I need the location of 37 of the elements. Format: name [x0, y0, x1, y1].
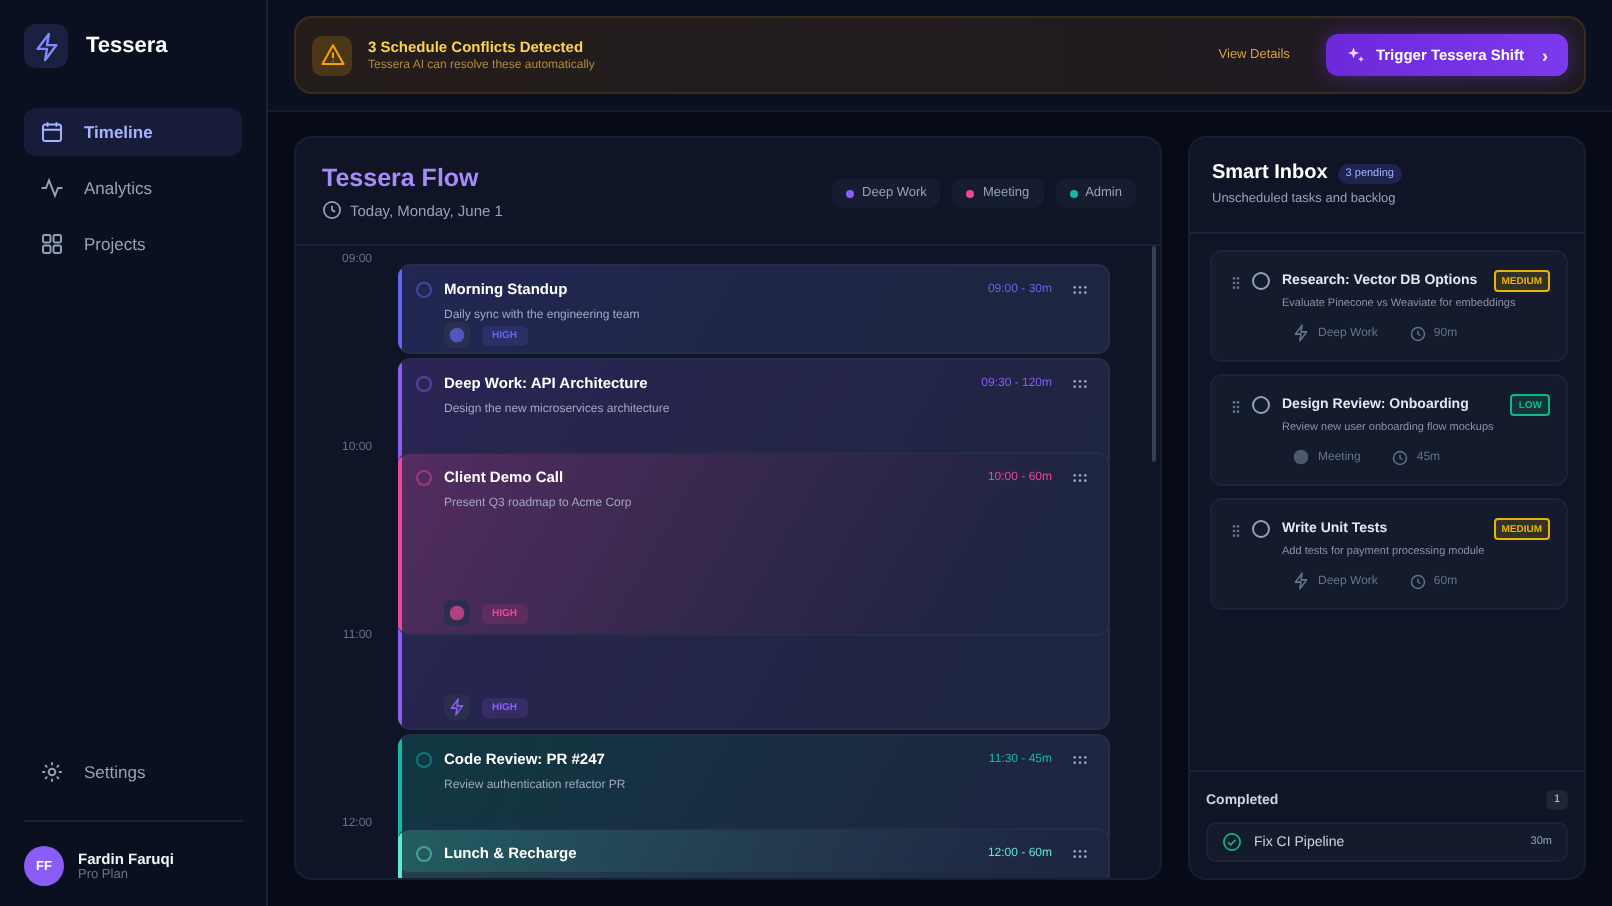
drag-handle-icon[interactable] [1072, 377, 1088, 389]
circle-icon [1292, 448, 1310, 466]
bolt-icon [1292, 572, 1310, 590]
check-circle[interactable] [1252, 520, 1270, 538]
clock-icon [1409, 573, 1426, 589]
settings-button[interactable]: Settings [24, 748, 242, 796]
drag-handle-icon[interactable] [1072, 471, 1088, 483]
nav-item[interactable]: Analytics [24, 164, 242, 212]
nav-item[interactable]: Timeline [24, 108, 242, 156]
check-icon[interactable] [1222, 832, 1242, 852]
drag-handle-icon[interactable] [1072, 283, 1088, 295]
drag-handle-icon[interactable] [1232, 524, 1240, 538]
drag-handle-icon[interactable] [1232, 400, 1240, 414]
pulse-icon [40, 176, 64, 200]
timeline-title: Tessera Flow [322, 164, 481, 192]
check-circle[interactable] [416, 751, 432, 767]
drag-handle-icon[interactable] [1072, 847, 1088, 859]
warning-icon [312, 35, 352, 75]
drag-handle-icon[interactable] [1072, 753, 1088, 765]
check-circle[interactable] [416, 375, 432, 391]
bolt-icon [1292, 324, 1310, 342]
check-circle[interactable] [1252, 396, 1270, 414]
app-name: Tessera [86, 34, 168, 58]
clock-icon [1392, 449, 1409, 465]
clock-icon [1409, 325, 1426, 341]
inbox-title: Smart Inbox [1212, 162, 1328, 184]
settings-icon [40, 760, 64, 784]
sparkle-icon [1345, 45, 1366, 65]
check-circle[interactable] [1252, 272, 1270, 290]
drag-handle-icon[interactable] [1232, 276, 1240, 290]
logo-icon [24, 24, 68, 68]
check-circle[interactable] [416, 469, 432, 485]
nav-item[interactable]: Projects [24, 220, 242, 268]
clock-icon [322, 200, 342, 220]
check-circle[interactable] [416, 281, 432, 297]
calendar-icon [40, 120, 64, 144]
grid-icon [40, 232, 64, 256]
